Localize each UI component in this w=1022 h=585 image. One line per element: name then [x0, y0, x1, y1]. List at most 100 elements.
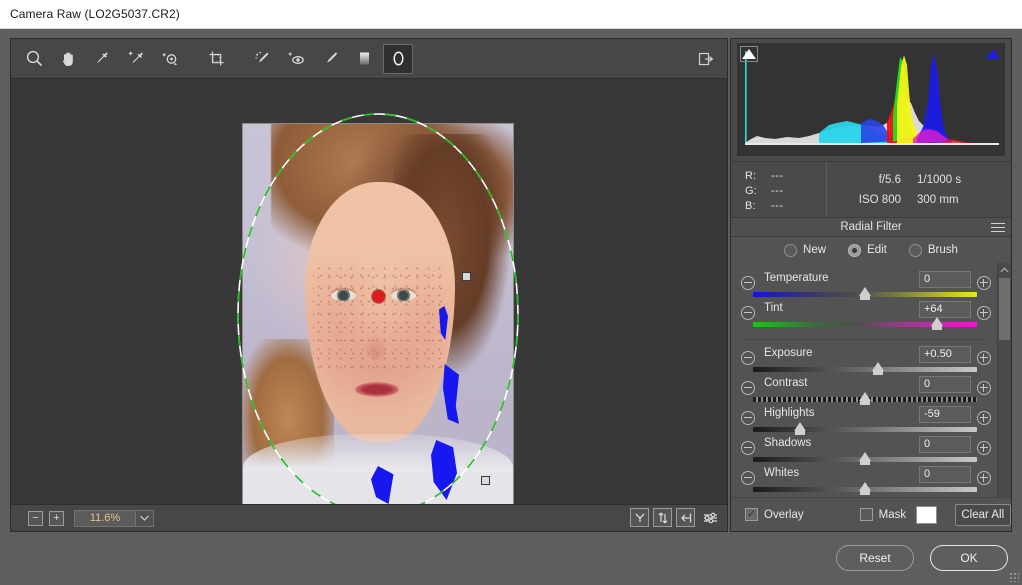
- checkbox-icon: ✓: [745, 508, 758, 521]
- color-sampler-tool[interactable]: [121, 44, 151, 74]
- slider-thumb-whites[interactable]: [859, 482, 871, 495]
- iso-value: ISO 800: [858, 194, 901, 206]
- slider-track-tint[interactable]: [753, 322, 977, 327]
- radial-filter-tool[interactable]: [383, 43, 413, 74]
- decrease-shadows-button[interactable]: [741, 441, 755, 455]
- slider-label-temperature: Temperature: [764, 272, 829, 284]
- decrease-contrast-button[interactable]: [741, 381, 755, 395]
- slider-value-contrast[interactable]: 0: [919, 376, 971, 393]
- hand-tool[interactable]: [53, 44, 83, 74]
- rgb-row-g: G: ---: [745, 183, 826, 198]
- increase-whites-button[interactable]: [977, 471, 991, 485]
- preview-mode-icon[interactable]: [630, 508, 649, 527]
- slider-thumb-highlights[interactable]: [794, 422, 806, 435]
- rgb-row-b: B: ---: [745, 198, 826, 213]
- adjustment-brush-tool[interactable]: [315, 44, 345, 74]
- slider-list: Temperature 0 Tint +64 Exposure +0.50 Co…: [731, 263, 1011, 525]
- radial-filter-pin[interactable]: [372, 290, 385, 303]
- readout-block: R: --- G: --- B: --- f/5.6 1/1000 s ISO …: [731, 161, 1011, 217]
- window-title: Camera Raw (LO2G5037.CR2): [10, 7, 180, 21]
- rgb-readout: R: --- G: --- B: ---: [731, 162, 827, 217]
- slider-track-highlights[interactable]: [753, 427, 977, 432]
- red-eye-removal-tool[interactable]: [281, 44, 311, 74]
- slider-track-exposure[interactable]: [753, 367, 977, 372]
- slider-label-tint: Tint: [764, 302, 783, 314]
- slider-contrast: Contrast 0: [731, 376, 997, 406]
- preview-preferences-icon[interactable]: [699, 508, 721, 527]
- graduated-filter-tool[interactable]: [349, 44, 379, 74]
- increase-highlights-button[interactable]: [977, 411, 991, 425]
- slider-value-temperature[interactable]: 0: [919, 271, 971, 288]
- slider-value-exposure[interactable]: +0.50: [919, 346, 971, 363]
- decrease-exposure-button[interactable]: [741, 351, 755, 365]
- crop-tool[interactable]: [201, 44, 231, 74]
- shadow-clipping-toggle[interactable]: [740, 46, 758, 62]
- copy-current-settings-icon[interactable]: [676, 508, 695, 527]
- increase-contrast-button[interactable]: [977, 381, 991, 395]
- decrease-temperature-button[interactable]: [741, 276, 755, 290]
- radial-filter-handle-bottom[interactable]: [481, 476, 490, 485]
- slider-value-whites[interactable]: 0: [919, 466, 971, 483]
- photo-container: [237, 113, 519, 504]
- slider-label-exposure: Exposure: [764, 347, 813, 359]
- slider-thumb-temperature[interactable]: [859, 287, 871, 300]
- clear-all-button[interactable]: Clear All: [954, 503, 1011, 526]
- filter-mode-brush[interactable]: Brush: [908, 243, 958, 257]
- slider-list-inner: Temperature 0 Tint +64 Exposure +0.50 Co…: [731, 263, 997, 496]
- targeted-adjustment-tool[interactable]: [155, 44, 185, 74]
- scroll-up-icon[interactable]: [998, 263, 1011, 276]
- rgb-value-r: ---: [771, 169, 784, 182]
- zoom-in-button[interactable]: +: [49, 510, 64, 526]
- reset-button[interactable]: Reset: [836, 545, 914, 571]
- histogram: [737, 43, 1005, 156]
- slider-shadows: Shadows 0: [731, 436, 997, 466]
- increase-shadows-button[interactable]: [977, 441, 991, 455]
- zoom-out-button[interactable]: −: [28, 510, 43, 526]
- scrollbar-thumb[interactable]: [999, 278, 1010, 340]
- image-canvas[interactable]: [11, 79, 727, 504]
- slider-thumb-contrast[interactable]: [859, 392, 871, 405]
- highlight-clipping-toggle[interactable]: [984, 46, 1002, 62]
- chevron-down-icon[interactable]: [136, 509, 154, 527]
- slider-value-tint[interactable]: +64: [919, 301, 971, 318]
- increase-temperature-button[interactable]: [977, 276, 991, 290]
- white-balance-tool[interactable]: [87, 44, 117, 74]
- slider-value-highlights[interactable]: -59: [919, 406, 971, 423]
- slider-value-shadows[interactable]: 0: [919, 436, 971, 453]
- slider-label-shadows: Shadows: [764, 437, 812, 449]
- slider-thumb-shadows[interactable]: [859, 452, 871, 465]
- rgb-label-b: B:: [745, 199, 756, 212]
- decrease-highlights-button[interactable]: [741, 411, 755, 425]
- histogram-graph: [737, 43, 1005, 156]
- filter-mode-new-label: New: [803, 244, 827, 256]
- panel-menu-icon[interactable]: [991, 223, 1005, 234]
- ok-button[interactable]: OK: [930, 545, 1008, 571]
- radio-icon: [908, 243, 922, 257]
- increase-tint-button[interactable]: [977, 306, 991, 320]
- mask-color-swatch[interactable]: [916, 505, 937, 524]
- mask-checkbox[interactable]: Mask: [859, 508, 906, 521]
- preferences-icon[interactable]: [691, 44, 721, 74]
- slider-thumb-tint[interactable]: [931, 317, 943, 330]
- rgb-value-b: ---: [771, 199, 784, 212]
- photo-border: [242, 123, 514, 504]
- increase-exposure-button[interactable]: [977, 351, 991, 365]
- radial-filter-handle-right[interactable]: [462, 272, 471, 281]
- view-options-group: [630, 508, 721, 527]
- highlight-clipping-icon: [986, 49, 1000, 59]
- zoom-level-input[interactable]: 11.6%: [74, 509, 136, 527]
- decrease-whites-button[interactable]: [741, 471, 755, 485]
- spot-removal-tool[interactable]: [247, 44, 277, 74]
- filter-mode-new[interactable]: New: [784, 243, 827, 257]
- panel-scrollbar[interactable]: [997, 263, 1011, 525]
- zoom-tool[interactable]: [19, 44, 49, 74]
- overlay-checkbox[interactable]: ✓ Overlay: [745, 508, 804, 521]
- slider-temperature: Temperature 0: [731, 271, 997, 301]
- before-after-swap-icon[interactable]: [653, 508, 672, 527]
- resize-grip[interactable]: [1009, 572, 1019, 582]
- slider-thumb-exposure[interactable]: [872, 362, 884, 375]
- slider-highlights: Highlights -59: [731, 406, 997, 436]
- filter-mode-edit[interactable]: Edit: [848, 243, 887, 257]
- radio-icon: [848, 243, 862, 257]
- decrease-tint-button[interactable]: [741, 306, 755, 320]
